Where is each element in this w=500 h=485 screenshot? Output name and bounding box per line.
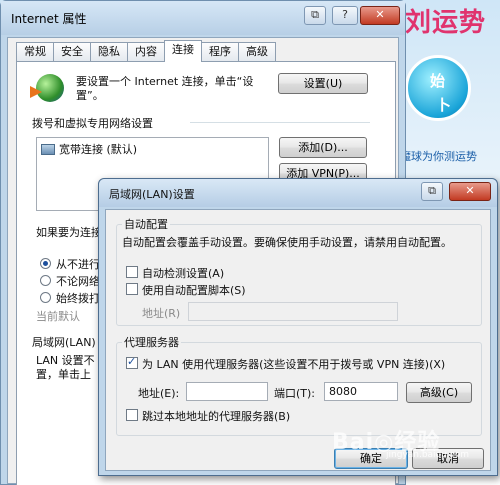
auto-script-label: 使用自动配置脚本(S) bbox=[142, 284, 246, 297]
use-proxy-checkbox[interactable] bbox=[126, 355, 138, 369]
lan-close-button[interactable]: ✕ bbox=[449, 182, 491, 201]
promo-ball-image: 始 卜 bbox=[405, 55, 471, 121]
radio-never-dial[interactable] bbox=[40, 258, 51, 269]
dialup-connection-icon bbox=[41, 143, 55, 155]
radio-dial-when-no-network[interactable] bbox=[40, 275, 51, 286]
radio-never-dial-label: 从不进行 bbox=[56, 258, 100, 271]
watermark-url: jingyan.baidu.com bbox=[386, 450, 470, 460]
lan-dialog-title: 局域网(LAN)设置 bbox=[109, 188, 195, 201]
current-default-label: 当前默认 bbox=[36, 310, 80, 323]
auto-config-description: 自动配置会覆盖手动设置。要确保使用手动设置，请禁用自动配置。 bbox=[122, 236, 452, 249]
arrow-icon bbox=[30, 86, 42, 98]
list-item[interactable]: 宽带连接 (默认) bbox=[41, 141, 137, 157]
tab-content[interactable]: 内容 bbox=[127, 42, 165, 62]
close-button[interactable]: ✕ bbox=[360, 6, 400, 25]
setup-instructions: 要设置一个 Internet 连接，单击“设置”。 bbox=[76, 75, 254, 102]
promo-caption[interactable]: 魔球为你测运势 bbox=[400, 148, 477, 164]
auto-script-checkbox[interactable] bbox=[126, 283, 138, 295]
script-address-label: 地址(R) bbox=[142, 307, 181, 320]
port-label: 端口(T): bbox=[274, 387, 316, 400]
connection-label: 宽带连接 (默认) bbox=[59, 143, 138, 156]
advanced-button[interactable]: 高级(C) bbox=[406, 382, 472, 403]
proxy-server-title: 代理服务器 bbox=[122, 334, 181, 350]
auto-detect-checkbox[interactable] bbox=[126, 266, 138, 278]
tab-connections[interactable]: 连接 bbox=[164, 40, 202, 62]
auto-detect-label: 自动检测设置(A) bbox=[142, 267, 225, 280]
properties-titlebar[interactable]: Internet 属性 ⧉ ? ✕ bbox=[1, 1, 405, 35]
proxy-address-label: 地址(E): bbox=[138, 387, 180, 400]
bypass-local-checkbox[interactable] bbox=[126, 409, 138, 421]
proxy-address-input[interactable] bbox=[186, 382, 268, 401]
lan-section-label: 局域网(LAN) bbox=[32, 336, 96, 349]
promo-char-2: 卜 bbox=[436, 96, 452, 114]
radio-dial-when-no-network-label: 不论网络 bbox=[56, 275, 100, 288]
properties-title: Internet 属性 bbox=[11, 12, 87, 26]
radio-always-dial[interactable] bbox=[40, 292, 51, 303]
lan-description-2: 置，单击上 bbox=[36, 368, 91, 381]
use-proxy-label: 为 LAN 使用代理服务器(这些设置不用于拨号或 VPN 连接)(X) bbox=[142, 358, 446, 371]
section-divider bbox=[190, 122, 370, 123]
help-button[interactable]: ? bbox=[332, 6, 358, 25]
setup-button[interactable]: 设置(U) bbox=[278, 73, 368, 94]
dialup-section-label: 拨号和虚拟专用网络设置 bbox=[32, 117, 153, 130]
tab-privacy[interactable]: 隐私 bbox=[90, 42, 128, 62]
add-button[interactable]: 添加(D)... bbox=[279, 137, 367, 158]
bypass-local-label: 跳过本地地址的代理服务器(B) bbox=[142, 410, 291, 423]
window-icon-button[interactable]: ⧉ bbox=[304, 6, 326, 25]
auto-config-title: 自动配置 bbox=[122, 216, 170, 232]
script-address-input[interactable] bbox=[188, 302, 398, 321]
tab-security[interactable]: 安全 bbox=[53, 42, 91, 62]
port-input[interactable]: 8080 bbox=[324, 382, 398, 401]
tab-programs[interactable]: 程序 bbox=[201, 42, 239, 62]
dial-prompt-text: 如果要为连接 bbox=[36, 226, 102, 239]
lan-window-icon-button[interactable]: ⧉ bbox=[421, 182, 443, 201]
properties-tab-strip: 常规 安全 隐私 内容 连接 程序 高级 bbox=[16, 40, 276, 62]
promo-char-1: 始 bbox=[430, 72, 446, 90]
promo-title: 刘运势 bbox=[405, 8, 487, 38]
lan-dialog-titlebar[interactable]: 局域网(LAN)设置 ⧉ ✕ bbox=[99, 179, 497, 207]
radio-always-dial-label: 始终拨打 bbox=[56, 292, 100, 305]
tab-advanced[interactable]: 高级 bbox=[238, 42, 276, 62]
tab-general[interactable]: 常规 bbox=[16, 42, 54, 62]
